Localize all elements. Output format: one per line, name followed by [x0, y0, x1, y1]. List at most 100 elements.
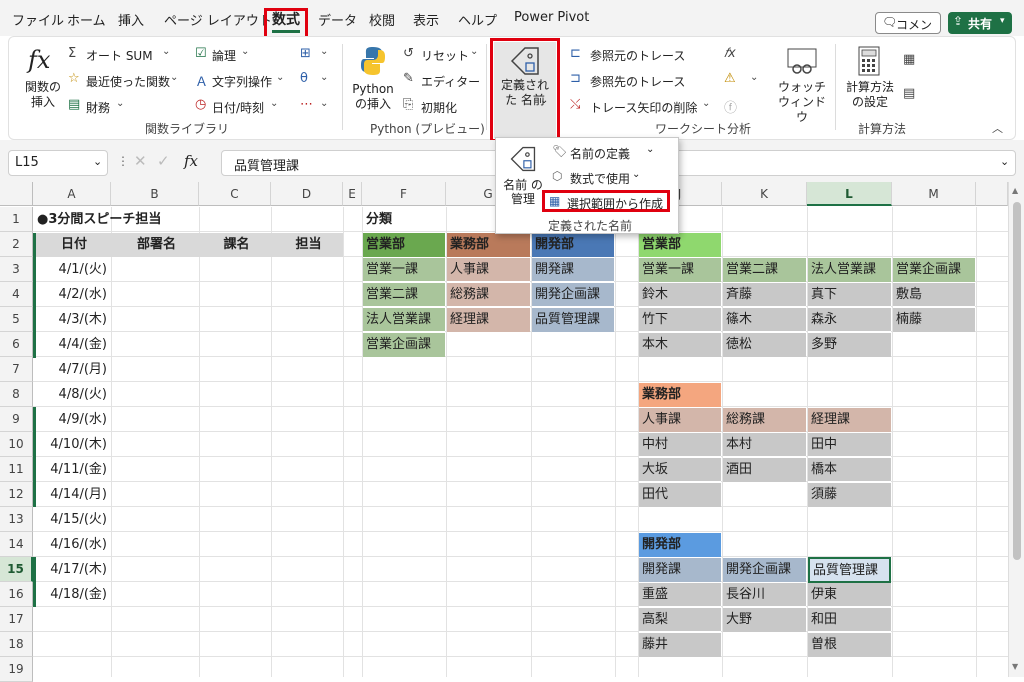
col-header-k[interactable]: K [722, 182, 807, 206]
date-cell[interactable]: 4/16/(水) [34, 533, 107, 557]
trace-precedents-button[interactable]: 参照元のトレース [590, 47, 685, 64]
vertical-scrollbar[interactable]: ▲ ▼ [1008, 182, 1024, 677]
date-cell[interactable]: 4/8/(火) [34, 383, 107, 407]
error-check-icon[interactable]: ⚠ [724, 71, 736, 86]
select-all[interactable] [0, 182, 33, 206]
gyomu-item[interactable]: 人事課 [447, 258, 530, 282]
name-manager-button[interactable]: 名前 の管理 [500, 142, 546, 212]
insert-function-icon[interactable]: fx [184, 152, 198, 170]
row-header[interactable]: 4 [0, 282, 33, 307]
block-eigyo-section[interactable]: 営業企画課 [893, 258, 975, 282]
scroll-up-icon[interactable]: ▲ [1012, 186, 1018, 195]
kaihatsu-item[interactable]: 品質管理課 [532, 308, 614, 332]
financial-button[interactable]: 財務 [86, 99, 110, 116]
block-eigyo-section[interactable]: 営業二課 [723, 258, 806, 282]
row-header[interactable]: 10 [0, 432, 33, 457]
trace-dependents-button[interactable]: 参照先のトレース [590, 73, 685, 90]
autosum-button[interactable]: オート SUM [86, 47, 153, 64]
member-cell[interactable]: 和田 [808, 608, 891, 632]
remove-arrows-button[interactable]: トレース矢印の削除 [590, 99, 697, 116]
datetime-button[interactable]: 日付/時刻 [212, 99, 264, 116]
block-eigyo-section[interactable]: 法人営業課 [808, 258, 891, 282]
member-cell[interactable]: 酒田 [723, 458, 806, 482]
col-header-m[interactable]: M [892, 182, 976, 206]
row-header[interactable]: 7 [0, 357, 33, 382]
block-kaihatsu-header[interactable]: 開発部 [639, 533, 721, 557]
col-header-d[interactable]: D [271, 182, 343, 206]
member-cell[interactable]: 篠木 [723, 308, 806, 332]
bunrui-title[interactable]: 分類 [363, 208, 443, 232]
block-eigyo-header[interactable]: 営業部 [639, 233, 721, 257]
member-cell[interactable]: 重盛 [639, 583, 721, 607]
col-header-b[interactable]: B [111, 182, 199, 206]
evaluate-formula-icon[interactable]: ⓕ [724, 97, 737, 116]
editor-button[interactable]: エディター [421, 73, 480, 90]
date-cell[interactable]: 4/17/(木) [34, 558, 107, 582]
insert-function-button[interactable]: fx 関数の挿入 [20, 46, 66, 112]
tab-help[interactable]: ヘルプ [458, 10, 497, 29]
eigyo-item[interactable]: 営業一課 [363, 258, 445, 282]
member-cell[interactable]: 鈴木 [639, 283, 721, 307]
date-cell[interactable]: 4/3/(木) [34, 308, 107, 332]
eigyo-item[interactable]: 営業二課 [363, 283, 445, 307]
tab-insert[interactable]: 挿入 [118, 10, 144, 29]
gyomu-item[interactable]: 総務課 [447, 283, 530, 307]
row-header[interactable]: 19 [0, 657, 33, 682]
member-cell[interactable]: 大野 [723, 608, 806, 632]
kaihatsu-item[interactable]: 開発課 [532, 258, 614, 282]
col-header-l[interactable]: L [807, 182, 892, 206]
member-cell[interactable]: 伊東 [808, 583, 891, 607]
member-cell[interactable]: 本村 [723, 433, 806, 457]
member-cell[interactable]: 藤井 [639, 633, 721, 657]
member-cell[interactable]: 長谷川 [723, 583, 806, 607]
date-cell[interactable]: 4/9/(水) [34, 408, 107, 432]
col-header-e[interactable]: E [343, 182, 362, 206]
header-person[interactable]: 担当 [271, 233, 343, 257]
date-cell[interactable]: 4/11/(金) [34, 458, 107, 482]
kaihatsu-item[interactable]: 開発企画課 [532, 283, 614, 307]
row-header[interactable]: 9 [0, 407, 33, 432]
eigyo-header[interactable]: 営業部 [363, 233, 445, 257]
enter-icon[interactable]: ✓ [157, 152, 170, 170]
share-button[interactable]: ⇪ 共有 ▾ [948, 12, 1012, 34]
block-gyomu-section[interactable]: 経理課 [808, 408, 891, 432]
member-cell[interactable]: 田中 [808, 433, 891, 457]
show-formulas-icon[interactable]: 𝑓x [724, 46, 736, 61]
col-header-blank[interactable] [976, 182, 1008, 206]
member-cell[interactable]: 斉藤 [723, 283, 806, 307]
date-cell[interactable]: 4/4/(金) [34, 333, 107, 357]
member-cell[interactable]: 竹下 [639, 308, 721, 332]
row-header[interactable]: 3 [0, 257, 33, 282]
block-kaihatsu-section[interactable]: 開発企画課 [723, 558, 806, 582]
row-header[interactable]: 8 [0, 382, 33, 407]
tab-file[interactable]: ファイル [12, 10, 64, 29]
active-cell[interactable]: 品質管理課 [808, 557, 891, 583]
member-cell[interactable]: 真下 [808, 283, 891, 307]
define-name-button[interactable]: 名前の定義 [570, 145, 630, 162]
block-gyomu-section[interactable]: 人事課 [639, 408, 721, 432]
math-icon[interactable]: θ [300, 71, 308, 86]
create-from-selection-button[interactable]: ▦ 選択範囲から作成 [542, 190, 670, 212]
scroll-down-icon[interactable]: ▼ [1012, 662, 1018, 671]
row-header[interactable]: 14 [0, 532, 33, 557]
logical-button[interactable]: 論理 [212, 47, 236, 64]
date-cell[interactable]: 4/10/(木) [34, 433, 107, 457]
block-gyomu-section[interactable]: 総務課 [723, 408, 806, 432]
row-header[interactable]: 11 [0, 457, 33, 482]
more-functions-icon[interactable]: ⋯ [300, 97, 313, 112]
member-cell[interactable]: 森永 [808, 308, 891, 332]
member-cell[interactable]: 田代 [639, 483, 721, 507]
member-cell[interactable]: 大坂 [639, 458, 721, 482]
eigyo-item[interactable]: 営業企画課 [363, 333, 445, 357]
watch-window-button[interactable]: ウォッチ ウィンドウ [776, 46, 828, 124]
calculate-now-icon[interactable]: ▦ [903, 52, 915, 67]
tab-data[interactable]: データ [318, 10, 357, 29]
row-header[interactable]: 18 [0, 632, 33, 657]
use-in-formula-button[interactable]: 数式で使用 [570, 170, 630, 187]
python-insert-button[interactable]: Python の挿入 [350, 46, 396, 116]
calc-options-button[interactable]: 計算方法 の設定 [842, 46, 898, 112]
date-cell[interactable]: 4/1/(火) [34, 258, 107, 282]
member-cell[interactable]: 敷島 [893, 283, 975, 307]
tab-power-pivot[interactable]: Power Pivot [514, 10, 589, 25]
initialize-button[interactable]: 初期化 [421, 99, 457, 116]
